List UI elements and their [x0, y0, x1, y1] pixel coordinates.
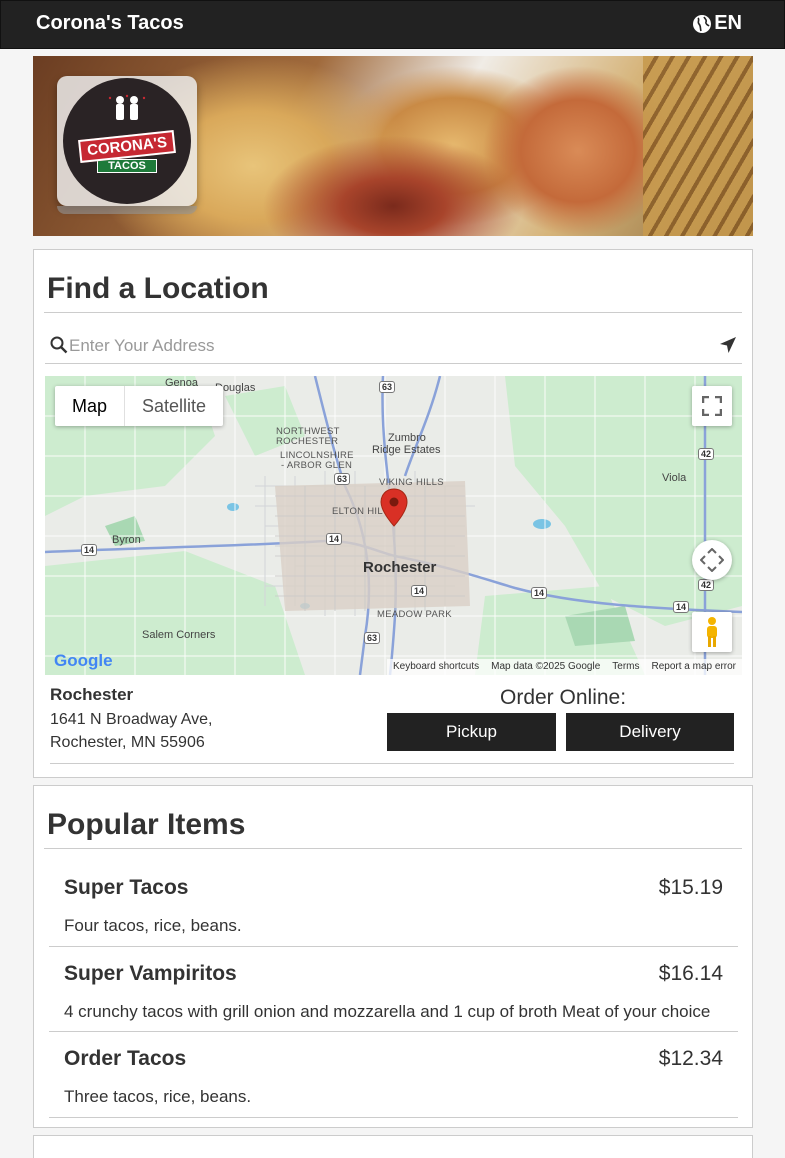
map-place-label: Ridge Estates: [372, 444, 441, 456]
menu-item-price: $15.19: [658, 876, 723, 899]
route-shield: 14: [411, 585, 428, 597]
route-shield: 63: [334, 473, 351, 485]
logo-wordmark: CORONA'S: [77, 130, 177, 163]
map-attribution-bar: Keyboard shortcuts Map data ©2025 Google…: [386, 659, 742, 675]
top-navbar: Corona's Tacos EN: [0, 0, 785, 49]
menu-item-name: Order Tacos: [64, 1047, 187, 1070]
street-view-pegman[interactable]: [692, 612, 732, 652]
menu-item-price: $16.14: [658, 962, 723, 985]
camera-control-button[interactable]: [692, 540, 732, 580]
map-place-label: ELTON HIL: [332, 506, 383, 517]
address-search-bar: [45, 330, 742, 364]
placemat-decoration: [643, 56, 753, 236]
menu-item-description: 4 crunchy tacos with grill onion and moz…: [64, 1002, 711, 1021]
fullscreen-button[interactable]: [692, 386, 732, 426]
divider: [44, 848, 742, 849]
fullscreen-icon: [702, 396, 722, 416]
next-section-card: [33, 1135, 753, 1158]
logo-badge: CORONA'S TACOS: [63, 78, 191, 204]
map-place-label: Byron: [112, 534, 141, 546]
menu-item[interactable]: Super Tacos $15.19 Four tacos, rice, bea…: [49, 861, 738, 947]
chef-figures-icon: [108, 94, 146, 120]
google-logo-text: Google: [54, 651, 113, 670]
section-title: Find a Location: [47, 272, 269, 305]
route-shield: 14: [326, 533, 343, 545]
order-online-label: Order Online:: [500, 686, 627, 709]
route-shield: 42: [698, 579, 715, 591]
section-title: Popular Items: [47, 808, 246, 841]
address-line-1: 1641 N Broadway Ave,: [50, 711, 213, 728]
popular-items-card: Popular Items Super Tacos $15.19 Four ta…: [33, 785, 753, 1128]
location-map[interactable]: Genoa Douglas NORTHWEST ROCHESTER LINCOL…: [45, 376, 742, 675]
pickup-button[interactable]: Pickup: [387, 713, 556, 751]
map-place-label: Zumbro: [388, 432, 426, 444]
find-location-card: Find a Location Enter Your Address Genoa…: [33, 249, 753, 778]
pan-arrows-icon: [700, 548, 724, 572]
map-data-credit: Map data ©2025 Google: [491, 661, 601, 672]
route-shield: 14: [81, 544, 98, 556]
search-icon: [50, 336, 68, 354]
address-input[interactable]: [69, 333, 709, 359]
map-type-map-button[interactable]: Map: [55, 386, 126, 426]
map-place-label: ROCHESTER: [276, 436, 339, 447]
menu-item-price: $12.34: [658, 1047, 723, 1070]
brand-name[interactable]: Corona's Tacos: [36, 12, 184, 35]
location-pin-icon[interactable]: [380, 488, 408, 528]
map-place-label: Salem Corners: [142, 629, 216, 641]
menu-item-description: Four tacos, rice, beans.: [64, 916, 242, 935]
globe-icon: [693, 14, 712, 33]
map-city-label: Rochester: [363, 559, 437, 576]
route-shield: 14: [531, 587, 548, 599]
language-selector[interactable]: EN: [692, 12, 742, 35]
divider: [50, 763, 734, 764]
map-place-label: VIKING HILLS: [379, 477, 444, 488]
pegman-icon: [707, 617, 717, 647]
divider: [44, 312, 742, 313]
map-type-satellite-button[interactable]: Satellite: [125, 386, 223, 426]
menu-item-description: Three tacos, rice, beans.: [64, 1087, 252, 1106]
route-shield: 42: [698, 448, 715, 460]
locate-me-icon[interactable]: [719, 336, 737, 354]
map-place-label: Viola: [662, 472, 687, 484]
language-code: EN: [714, 12, 742, 34]
delivery-button[interactable]: Delivery: [566, 713, 734, 751]
map-place-label: MEADOW PARK: [377, 609, 452, 620]
google-logo: Google: [54, 651, 113, 671]
location-name: Rochester: [50, 685, 134, 704]
address-line-2: Rochester, MN 55906: [50, 734, 205, 751]
keyboard-shortcuts-link[interactable]: Keyboard shortcuts: [393, 661, 479, 673]
map-place-label: - ARBOR GLEN: [281, 460, 353, 471]
route-shield: 63: [364, 632, 381, 644]
menu-item[interactable]: Super Vampiritos $16.14 4 crunchy tacos …: [49, 947, 738, 1032]
logo-subtitle: TACOS: [97, 159, 157, 173]
route-shield: 63: [379, 381, 396, 393]
report-map-error-link[interactable]: Report a map error: [652, 661, 736, 673]
menu-item[interactable]: Order Tacos $12.34 Three tacos, rice, be…: [49, 1032, 738, 1118]
route-shield: 14: [673, 601, 690, 613]
terms-link[interactable]: Terms: [612, 661, 639, 673]
location-address: 1641 N Broadway Ave, Rochester, MN 55906: [50, 708, 212, 754]
menu-item-name: Super Vampiritos: [64, 962, 237, 985]
menu-item-name: Super Tacos: [64, 876, 189, 899]
restaurant-logo[interactable]: CORONA'S TACOS: [57, 76, 197, 214]
map-type-toggle: Map Satellite: [55, 386, 224, 426]
